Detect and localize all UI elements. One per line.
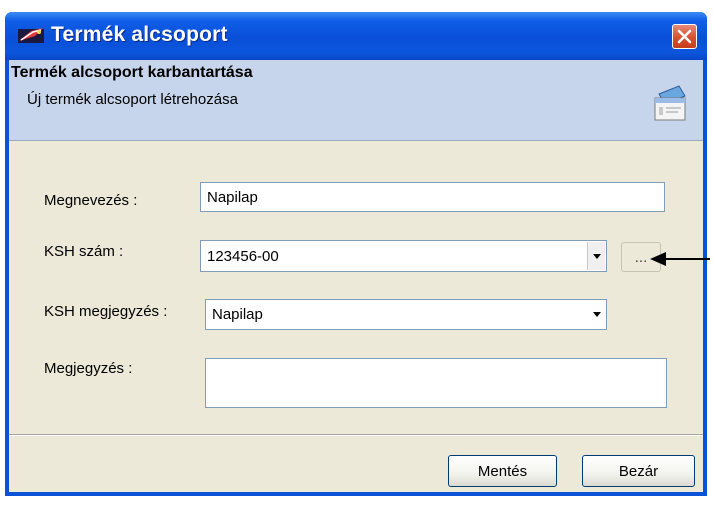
ksh-number-combobox[interactable]: 123456-00 — [200, 240, 607, 272]
close-button-label: Bezár — [618, 462, 659, 480]
title-bar[interactable]: Termék alcsoport — [5, 12, 707, 60]
ksh-number-value: 123456-00 — [207, 247, 279, 265]
chevron-down-icon — [592, 312, 601, 317]
ksh-note-dropdown-button[interactable] — [588, 301, 605, 328]
name-label: Megnevezés : — [44, 192, 138, 209]
note-textarea[interactable] — [205, 358, 667, 408]
header-title: Termék alcsoport karbantartása — [11, 64, 253, 81]
dialog-window: Termék alcsoport Termék alcsoport karban… — [5, 12, 707, 496]
annotation-arrow — [650, 252, 710, 266]
name-field-value: Napilap — [207, 188, 258, 206]
dialog-client-area: Termék alcsoport karbantartása Új termék… — [9, 60, 703, 492]
save-button[interactable]: Mentés — [448, 455, 557, 487]
ksh-note-value: Napilap — [212, 306, 263, 323]
dialog-header: Termék alcsoport karbantartása Új termék… — [9, 60, 703, 141]
ksh-note-combobox[interactable]: Napilap — [205, 299, 607, 330]
footer-separator — [9, 434, 703, 436]
ksh-number-label: KSH szám : — [44, 243, 124, 260]
header-subtitle: Új termék alcsoport létrehozása — [27, 91, 238, 108]
note-label: Megjegyzés : — [44, 360, 133, 377]
close-icon — [677, 29, 692, 44]
ksh-note-label: KSH megjegyzés : — [44, 303, 168, 320]
close-button[interactable]: Bezár — [582, 455, 695, 487]
chevron-down-icon — [592, 253, 601, 259]
save-button-label: Mentés — [477, 462, 528, 480]
name-field[interactable]: Napilap — [200, 182, 665, 212]
close-window-button[interactable] — [672, 24, 697, 49]
ksh-browse-label: ... — [634, 248, 648, 266]
window-title: Termék alcsoport — [51, 23, 228, 46]
app-icon — [18, 28, 44, 43]
ksh-number-dropdown-button[interactable] — [587, 242, 605, 270]
window-form-icon — [654, 85, 686, 121]
